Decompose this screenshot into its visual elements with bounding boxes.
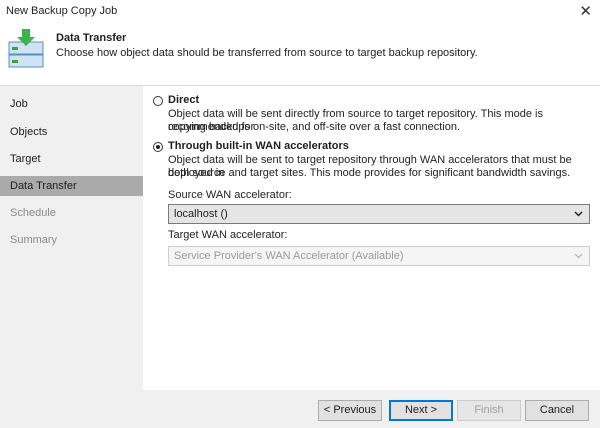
direct-description-line2: copying backups on-site, and off-site ov… (168, 121, 461, 133)
source-wan-select[interactable]: localhost () (168, 204, 590, 224)
sidebar-item-job[interactable]: Job (0, 94, 143, 114)
sidebar-item-summary: Summary (10, 234, 58, 246)
source-wan-label: Source WAN accelerator: (168, 189, 292, 201)
finish-button: Finish (457, 400, 521, 421)
window-title: New Backup Copy Job (6, 5, 118, 17)
backup-copy-icon (8, 29, 44, 68)
title-bar: New Backup Copy Job ✕ (0, 0, 600, 22)
target-wan-label: Target WAN accelerator: (168, 229, 288, 241)
next-button[interactable]: Next > (389, 400, 453, 421)
source-wan-value: localhost () (174, 208, 228, 220)
sidebar-item-data-transfer[interactable]: Data Transfer (0, 176, 143, 196)
close-icon[interactable]: ✕ (579, 2, 592, 20)
direct-label[interactable]: Direct (168, 94, 199, 106)
wan-radio[interactable] (153, 142, 163, 152)
page-header: Data Transfer Choose how object data sho… (0, 22, 600, 78)
wizard-steps: Job Objects Target Data Transfer Schedul… (0, 86, 143, 390)
wan-label[interactable]: Through built-in WAN accelerators (168, 140, 349, 152)
target-wan-select: Service Provider's WAN Accelerator (Avai… (168, 246, 590, 266)
page-subtitle: Choose how object data should be transfe… (56, 47, 478, 59)
chevron-down-icon (574, 247, 583, 272)
target-wan-value: Service Provider's WAN Accelerator (Avai… (174, 250, 404, 262)
main-content: Direct Object data will be sent directly… (143, 86, 600, 390)
sidebar-item-schedule: Schedule (10, 207, 56, 219)
footer-bar: < Previous Next > Finish Cancel (0, 390, 600, 428)
page-title: Data Transfer (56, 32, 127, 44)
wan-description-line2: both source and target sites. This mode … (168, 167, 571, 179)
sidebar-item-target[interactable]: Target (0, 149, 143, 169)
direct-radio[interactable] (153, 96, 163, 106)
cancel-button[interactable]: Cancel (525, 400, 589, 421)
previous-button[interactable]: < Previous (318, 400, 382, 421)
sidebar-item-objects[interactable]: Objects (0, 122, 143, 142)
chevron-down-icon (574, 205, 583, 230)
